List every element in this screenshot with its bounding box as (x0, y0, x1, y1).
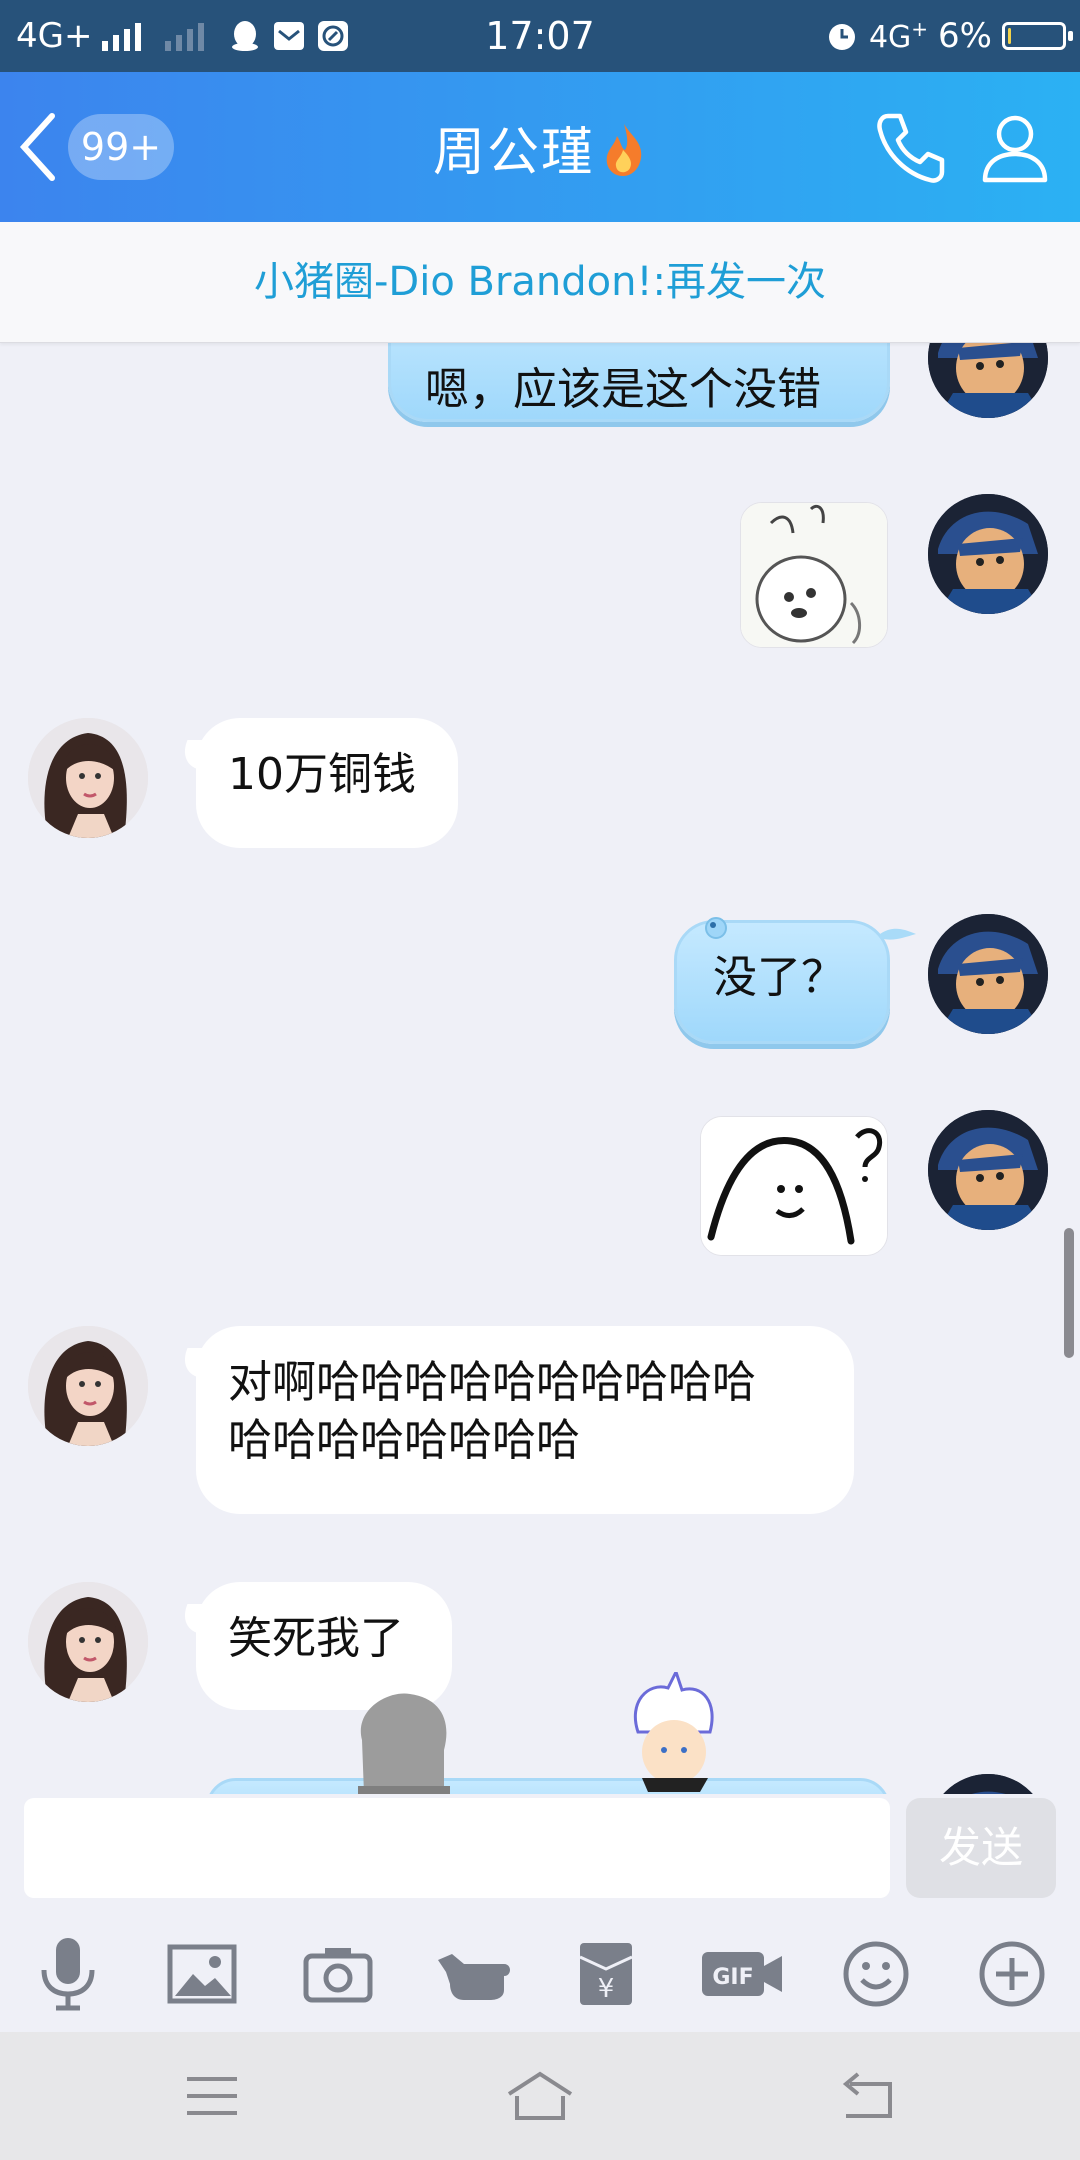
person-icon (982, 115, 1048, 183)
home-icon (507, 2071, 573, 2120)
message-text-line: 对啊哈哈哈哈哈哈哈哈哈哈 (228, 1357, 756, 1408)
poke-button[interactable] (434, 1934, 514, 2014)
avatar-self[interactable] (928, 1110, 1048, 1230)
poke-icon (438, 1954, 510, 2000)
white-hair-character-decoration (618, 1668, 728, 1794)
message-list[interactable]: 嗯，应该是这个没错 10万铜钱 没了？ 对啊哈哈哈哈哈哈哈哈哈哈 哈哈哈哈哈哈哈… (0, 342, 1080, 1794)
message-text: 笑死我了 (228, 1613, 404, 1664)
scrollbar[interactable] (1064, 1228, 1074, 1358)
photo-button[interactable] (162, 1934, 242, 2014)
composer: 发送 (0, 1794, 1080, 1904)
gif-icon: GIF (702, 1952, 782, 1996)
voice-button[interactable] (28, 1934, 108, 2014)
image-icon (167, 1944, 237, 2004)
emoji-icon (843, 1941, 909, 2007)
composer-toolbar: ¥ GIF (0, 1904, 1080, 2032)
plus-icon (979, 1941, 1045, 2007)
message-bubble-outgoing-partial[interactable] (206, 1778, 890, 1794)
gif-button[interactable]: GIF (700, 1934, 784, 2014)
flame-icon (601, 122, 647, 191)
avatar-self-partial[interactable] (928, 1774, 1048, 1794)
red-packet-button[interactable]: ¥ (566, 1934, 646, 2014)
red-packet-icon: ¥ (579, 1943, 633, 2005)
battery-percent: 6% (938, 16, 992, 56)
svg-text:GIF: GIF (712, 1965, 753, 1990)
status-bar: 4G+ 17:07 4G+ 6% (0, 0, 1080, 72)
contact-name: 周公瑾 (432, 123, 595, 183)
back-nav-button[interactable] (828, 2066, 908, 2126)
avatar-self[interactable] (928, 914, 1048, 1034)
microphone-icon (41, 1938, 95, 2011)
emoji-button[interactable] (836, 1934, 916, 2014)
avatar-contact[interactable] (28, 1582, 148, 1702)
alarm-icon (825, 19, 859, 53)
system-nav-bar (0, 2032, 1080, 2160)
message-bubble-incoming[interactable]: 对啊哈哈哈哈哈哈哈哈哈哈 哈哈哈哈哈哈哈哈 (196, 1326, 854, 1514)
home-button[interactable] (500, 2066, 580, 2126)
new-message-notice[interactable]: 小猪圈-Dio Brandon!:再发一次 (0, 222, 1080, 343)
avatar-self[interactable] (928, 494, 1048, 614)
bunny-sticker[interactable] (740, 502, 888, 648)
call-button[interactable] (870, 108, 950, 188)
network-type-2: 4G+ (868, 17, 929, 55)
camera-button[interactable] (298, 1934, 378, 2014)
menu-button[interactable] (172, 2066, 252, 2126)
camera-icon (303, 1948, 373, 2003)
profile-button[interactable] (975, 108, 1055, 188)
avatar-self[interactable] (928, 342, 1048, 418)
battery-icon (1002, 22, 1073, 50)
menu-icon (187, 2077, 237, 2115)
message-text: 10万铜钱 (228, 749, 416, 800)
return-icon (842, 2072, 892, 2118)
grey-character-decoration (348, 1690, 460, 1794)
send-button[interactable]: 发送 (906, 1798, 1056, 1898)
phone-icon (877, 113, 945, 183)
avatar-contact[interactable] (28, 718, 148, 838)
svg-text:¥: ¥ (598, 1974, 615, 2004)
message-text: 嗯，应该是这个没错 (425, 364, 821, 415)
chat-header: 99+ 周公瑾 (0, 72, 1080, 222)
more-button[interactable] (972, 1934, 1052, 2014)
message-input[interactable] (24, 1798, 890, 1898)
message-text-line: 哈哈哈哈哈哈哈哈 (228, 1415, 580, 1466)
message-bubble-outgoing[interactable]: 嗯，应该是这个没错 (388, 342, 890, 422)
question-blob-sticker[interactable] (700, 1116, 888, 1256)
bubble-whale-decoration (656, 898, 916, 962)
avatar-contact[interactable] (28, 1326, 148, 1446)
message-bubble-incoming[interactable]: 10万铜钱 (196, 718, 458, 848)
